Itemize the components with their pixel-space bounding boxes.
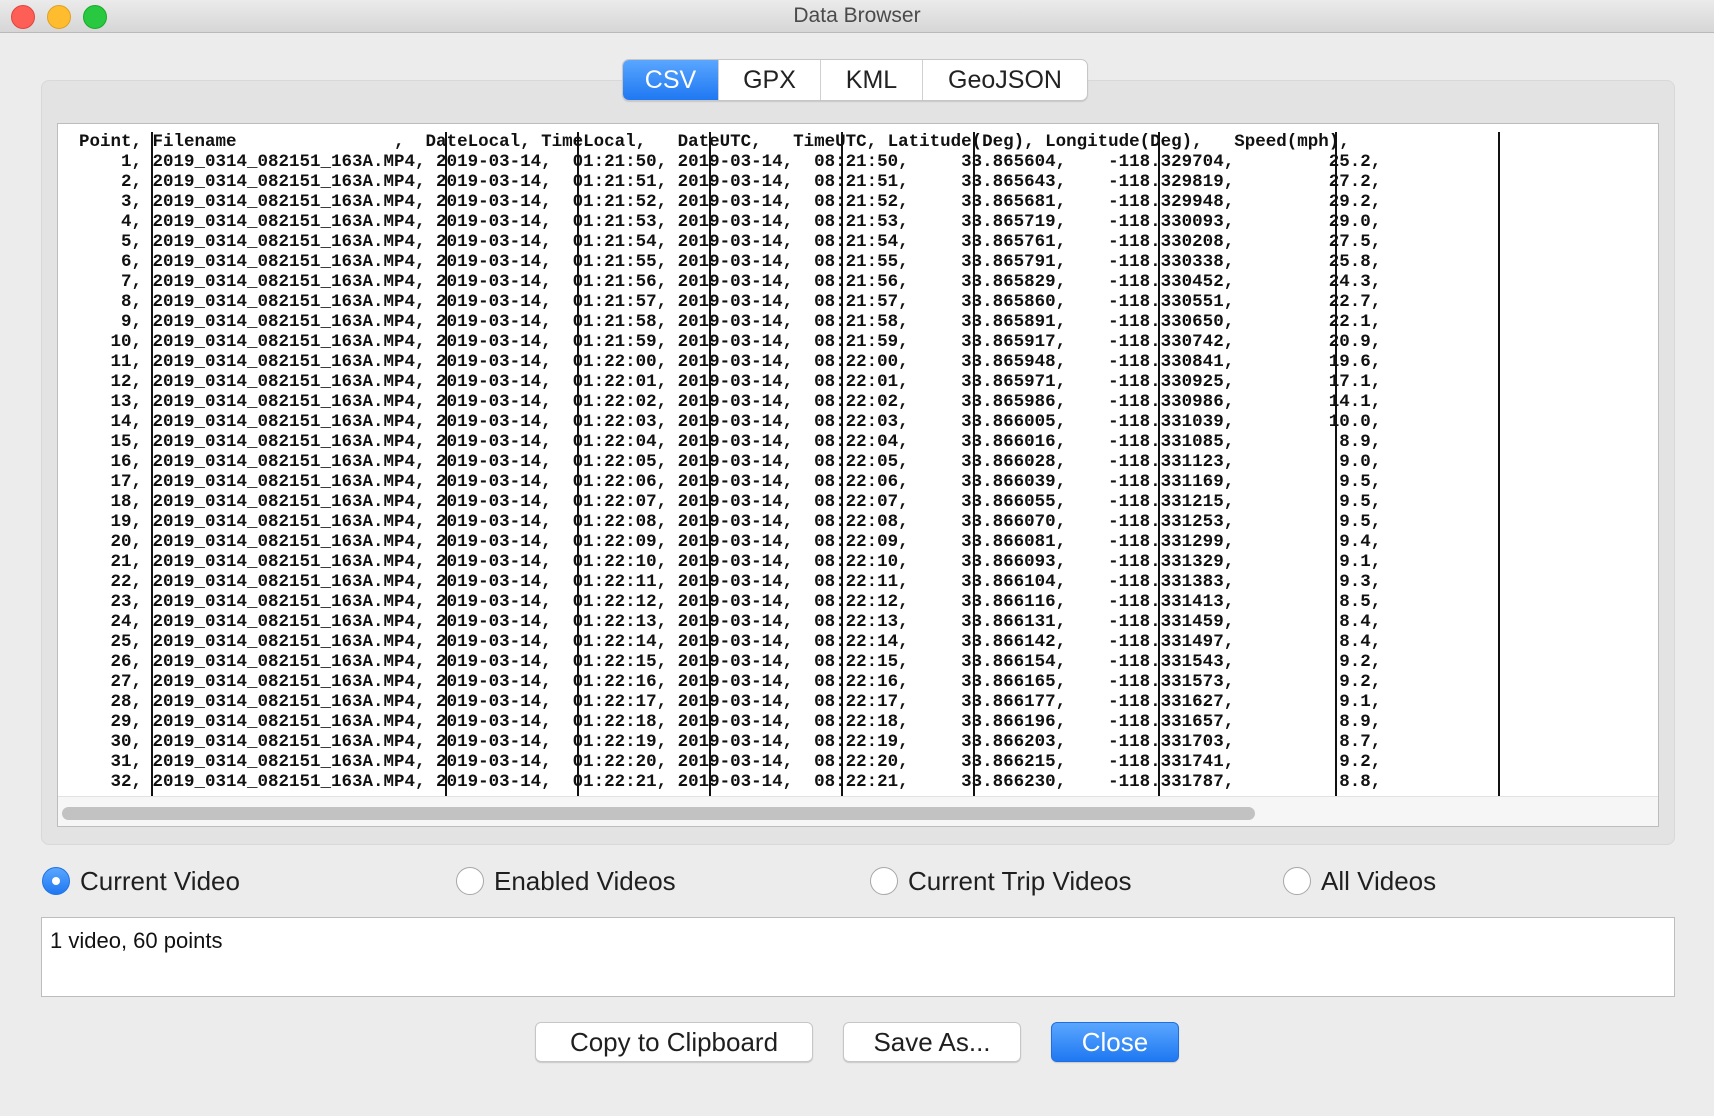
radio-unselected-icon[interactable] [1283,867,1311,895]
scope-radio-group: Current Video Enabled Videos Current Tri… [0,863,1714,899]
tab-gpx[interactable]: GPX [719,60,821,100]
csv-data-line: 22, 2019_0314_082151_163A.MP4, 2019-03-1… [58,572,1382,592]
csv-data-line: 1, 2019_0314_082151_163A.MP4, 2019-03-14… [58,152,1382,172]
csv-data-line: 19, 2019_0314_082151_163A.MP4, 2019-03-1… [58,512,1382,532]
column-divider [1335,132,1337,797]
csv-data-line: 29, 2019_0314_082151_163A.MP4, 2019-03-1… [58,712,1382,732]
csv-data-line: 11, 2019_0314_082151_163A.MP4, 2019-03-1… [58,352,1382,372]
csv-data-line: 21, 2019_0314_082151_163A.MP4, 2019-03-1… [58,552,1382,572]
summary-text: 1 video, 60 points [50,928,223,953]
csv-data-line: 30, 2019_0314_082151_163A.MP4, 2019-03-1… [58,732,1382,752]
csv-content: Point, Filename , DateLocal, TimeLocal, … [58,132,1381,792]
csv-data-line: 6, 2019_0314_082151_163A.MP4, 2019-03-14… [58,252,1382,272]
csv-data-line: 2, 2019_0314_082151_163A.MP4, 2019-03-14… [58,172,1382,192]
window-title: Data Browser [793,4,921,27]
save-as-button[interactable]: Save As... [843,1022,1021,1062]
radio-selected-icon[interactable] [42,867,70,895]
csv-data-line: 24, 2019_0314_082151_163A.MP4, 2019-03-1… [58,612,1382,632]
radio-current-trip-videos[interactable]: Current Trip Videos [870,863,1132,899]
radio-label: Enabled Videos [494,865,676,896]
csv-data-line: 18, 2019_0314_082151_163A.MP4, 2019-03-1… [58,492,1382,512]
csv-data-line: 32, 2019_0314_082151_163A.MP4, 2019-03-1… [58,772,1382,792]
csv-data-line: 26, 2019_0314_082151_163A.MP4, 2019-03-1… [58,652,1382,672]
column-divider [973,132,975,797]
csv-data-line: 25, 2019_0314_082151_163A.MP4, 2019-03-1… [58,632,1382,652]
tab-kml[interactable]: KML [821,60,923,100]
csv-header-line: Point, Filename , DateLocal, TimeLocal, … [58,132,1350,152]
radio-unselected-icon[interactable] [870,867,898,895]
radio-enabled-videos[interactable]: Enabled Videos [456,863,676,899]
column-divider [1158,132,1160,797]
csv-data-line: 14, 2019_0314_082151_163A.MP4, 2019-03-1… [58,412,1382,432]
csv-data-line: 13, 2019_0314_082151_163A.MP4, 2019-03-1… [58,392,1382,412]
column-divider [841,132,843,797]
csv-data-line: 17, 2019_0314_082151_163A.MP4, 2019-03-1… [58,472,1382,492]
radio-unselected-icon[interactable] [456,867,484,895]
column-divider [445,132,447,797]
csv-data-line: 15, 2019_0314_082151_163A.MP4, 2019-03-1… [58,432,1382,452]
column-divider [1498,132,1500,797]
copy-to-clipboard-button[interactable]: Copy to Clipboard [535,1022,813,1062]
csv-data-line: 31, 2019_0314_082151_163A.MP4, 2019-03-1… [58,752,1382,772]
radio-all-videos[interactable]: All Videos [1283,863,1436,899]
csv-data-line: 8, 2019_0314_082151_163A.MP4, 2019-03-14… [58,292,1382,312]
summary-text-box: 1 video, 60 points [41,917,1675,997]
title-bar: Data Browser [0,0,1714,33]
column-divider [577,132,579,797]
csv-data-line: 28, 2019_0314_082151_163A.MP4, 2019-03-1… [58,692,1382,712]
csv-data-line: 5, 2019_0314_082151_163A.MP4, 2019-03-14… [58,232,1382,252]
csv-data-line: 16, 2019_0314_082151_163A.MP4, 2019-03-1… [58,452,1382,472]
csv-data-line: 10, 2019_0314_082151_163A.MP4, 2019-03-1… [58,332,1382,352]
data-browser-window: Data Browser CSV GPX KML GeoJSON Point, … [0,0,1714,1116]
horizontal-scroll-thumb[interactable] [62,807,1255,820]
column-divider [709,132,711,797]
csv-data-line: 9, 2019_0314_082151_163A.MP4, 2019-03-14… [58,312,1382,332]
csv-data-line: 7, 2019_0314_082151_163A.MP4, 2019-03-14… [58,272,1382,292]
column-divider [151,132,153,797]
radio-label: Current Trip Videos [908,865,1132,896]
csv-data-line: 27, 2019_0314_082151_163A.MP4, 2019-03-1… [58,672,1382,692]
close-button[interactable]: Close [1051,1022,1179,1062]
csv-data-line: 3, 2019_0314_082151_163A.MP4, 2019-03-14… [58,192,1382,212]
format-tab-bar: CSV GPX KML GeoJSON [622,59,1088,101]
radio-label: All Videos [1321,865,1437,896]
csv-data-line: 4, 2019_0314_082151_163A.MP4, 2019-03-14… [58,212,1382,232]
radio-current-video[interactable]: Current Video [42,863,240,899]
csv-text-area[interactable]: Point, Filename , DateLocal, TimeLocal, … [57,123,1659,827]
tab-csv[interactable]: CSV [623,60,719,100]
csv-data-line: 23, 2019_0314_082151_163A.MP4, 2019-03-1… [58,592,1382,612]
tab-geojson[interactable]: GeoJSON [923,60,1087,100]
csv-data-line: 12, 2019_0314_082151_163A.MP4, 2019-03-1… [58,372,1382,392]
radio-label: Current Video [80,865,240,896]
csv-data-line: 20, 2019_0314_082151_163A.MP4, 2019-03-1… [58,532,1382,552]
